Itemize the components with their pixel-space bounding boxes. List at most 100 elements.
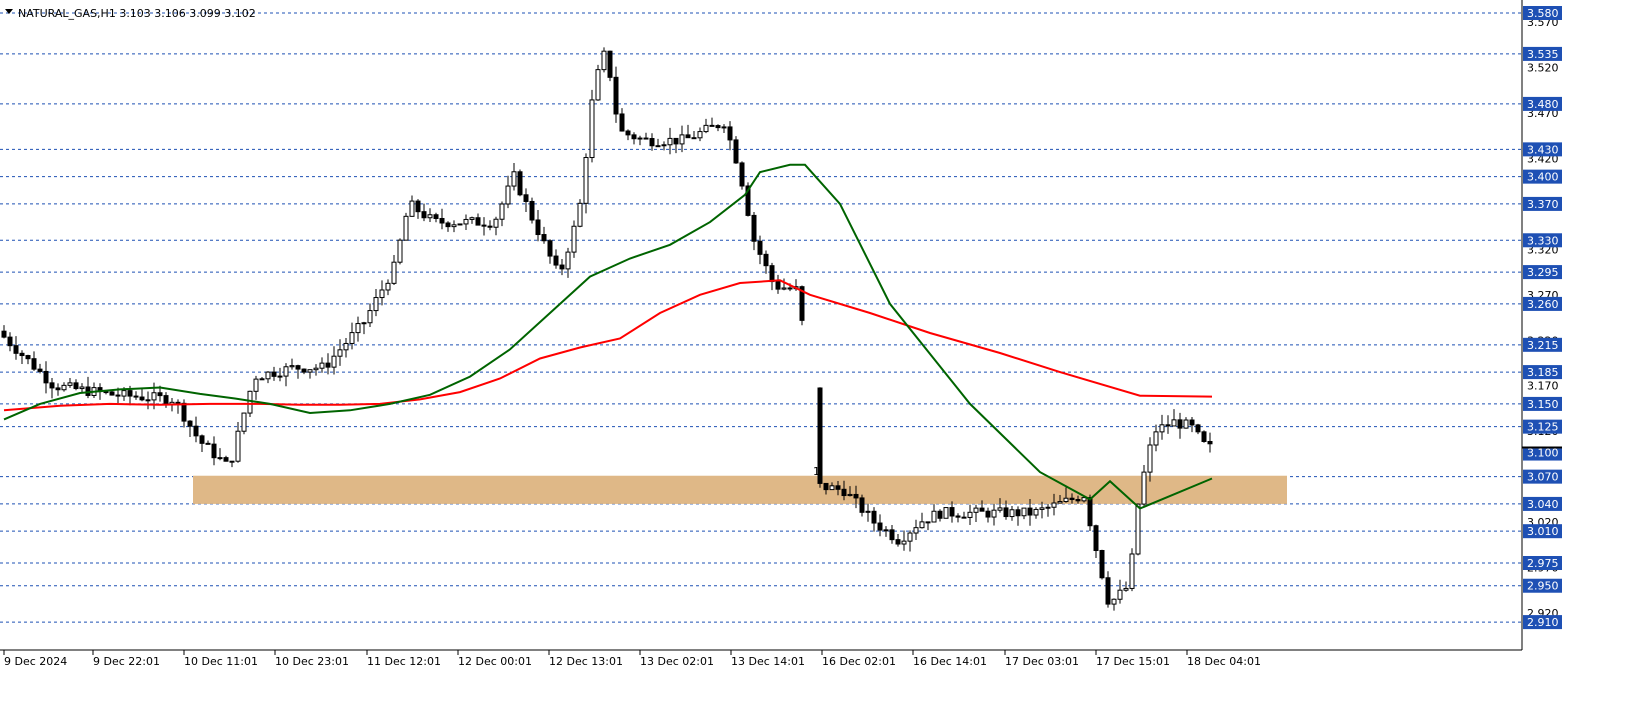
candle-body [991,509,997,518]
candle-body [541,234,547,242]
level-label: 3.330 [1527,234,1559,247]
candle-body [421,211,427,219]
candle-body [133,395,139,398]
candle-body [739,162,745,187]
candle-body [1,330,7,338]
candle-body [1009,509,1015,518]
candle-body [775,281,781,290]
candle-body [127,390,133,397]
candle-body [499,203,505,220]
price-tick-label: 3.170 [1527,380,1559,393]
candle-body [397,239,403,263]
chart-title: NATURAL_GAS,H1 3.103 3.106 3.099 3.102 [5,7,256,20]
candle-body [109,391,115,396]
candle-body [349,332,355,344]
candle-body [301,368,307,373]
candle-body [307,369,313,373]
candle-body [79,386,85,390]
candle-body [997,507,1003,511]
candle-body [25,355,31,360]
candle-body [1129,553,1135,589]
candle-body [589,99,595,159]
level-label: 3.185 [1527,366,1559,379]
candle-body [781,287,787,290]
candle-body [433,214,439,219]
level-label: 3.215 [1527,339,1559,352]
candle-body [1153,431,1159,446]
candle-body [385,282,391,291]
candle-body [661,144,667,147]
candle-body [415,200,421,213]
candle-body [703,124,709,133]
level-label: 2.950 [1527,580,1559,593]
ma-fast-line [3,163,1213,510]
candle-body [913,527,919,534]
time-axis: 9 Dec 2024 9 Dec 22:01 10 Dec 11:01 10 Dec … [3,650,1261,668]
level-label: 3.400 [1527,171,1559,184]
candle-body [643,137,649,140]
candle-body [649,138,655,147]
candle-body [733,139,739,164]
candle-body [331,355,337,368]
candle-body [271,371,277,377]
candle-body [1033,508,1039,516]
candle-body [955,515,961,518]
grid-lines [0,12,1522,623]
candle-body [391,261,397,284]
candle-body [187,420,193,427]
candle-body [241,412,247,432]
candle-body [1207,440,1213,445]
candle-body [1177,419,1183,429]
candle-body [757,240,763,255]
level-label: 3.260 [1527,298,1559,311]
candle-body [601,50,607,71]
candle-body [907,532,913,542]
candle-body [1141,471,1147,505]
candle-body [1099,550,1105,579]
candle-body [457,223,463,226]
candle-body [577,202,583,227]
candle-body [889,529,895,541]
candle-body [463,218,469,225]
candle-body [247,390,253,414]
candle-body [1021,507,1027,517]
candle-body [481,224,487,227]
candle-body [691,137,697,140]
candle-body [637,137,643,140]
candle-body [673,137,679,145]
candle-body [1063,497,1069,503]
time-tick-label: 10 Dec 11:01 [184,655,258,668]
level-label: 3.430 [1527,143,1559,156]
candle-body [883,529,889,532]
candle-body [697,131,703,139]
level-label: 3.480 [1527,98,1559,111]
time-tick-label: 9 Dec 22:01 [93,655,160,668]
candle-body [379,289,385,299]
level-label: 3.580 [1527,7,1559,20]
candle-body [1003,507,1009,518]
candle-body [1111,598,1117,605]
time-tick-label: 10 Dec 23:01 [275,655,349,668]
time-tick-label: 12 Dec 00:01 [458,655,532,668]
candle-body [937,510,943,519]
level-label: 2.975 [1527,557,1559,570]
candle-body [835,485,841,490]
candle-body [223,457,229,462]
candle-body [445,222,451,228]
candle-body [295,365,301,370]
current-price-label: 3.100 [1527,447,1559,460]
time-tick-label: 13 Dec 02:01 [640,655,714,668]
candle-body [853,493,859,499]
candle-body [1087,497,1093,527]
marker-label: 1 [813,465,820,478]
candle-body [493,218,499,228]
candle-body [139,396,145,401]
candle-body [943,507,949,519]
candle-body [229,460,235,463]
candle-body [475,217,481,226]
candle-body [55,387,61,391]
candle-body [517,171,523,196]
candle-body [1189,419,1195,426]
candle-body [1045,506,1051,509]
candle-body [823,482,829,491]
